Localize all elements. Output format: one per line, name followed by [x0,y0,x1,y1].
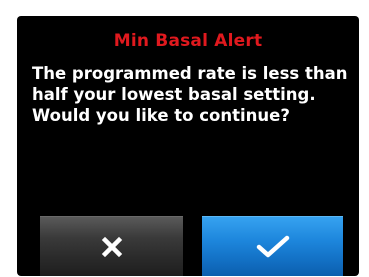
alert-message: The programmed rate is less than half yo… [32,63,352,126]
alert-message-line: Would you like to continue? [32,106,290,125]
alert-message-line: half your lowest basal setting. [32,85,316,104]
alert-message-line: The programmed rate is less than [32,64,348,83]
alert-screen: Min Basal Alert The programmed rate is l… [17,16,359,276]
checkmark-icon [255,234,291,260]
cancel-button[interactable] [40,216,183,276]
alert-title: Min Basal Alert [113,31,263,51]
device-frame: Min Basal Alert The programmed rate is l… [0,0,369,277]
close-icon [101,236,123,258]
confirm-button[interactable] [202,216,343,276]
